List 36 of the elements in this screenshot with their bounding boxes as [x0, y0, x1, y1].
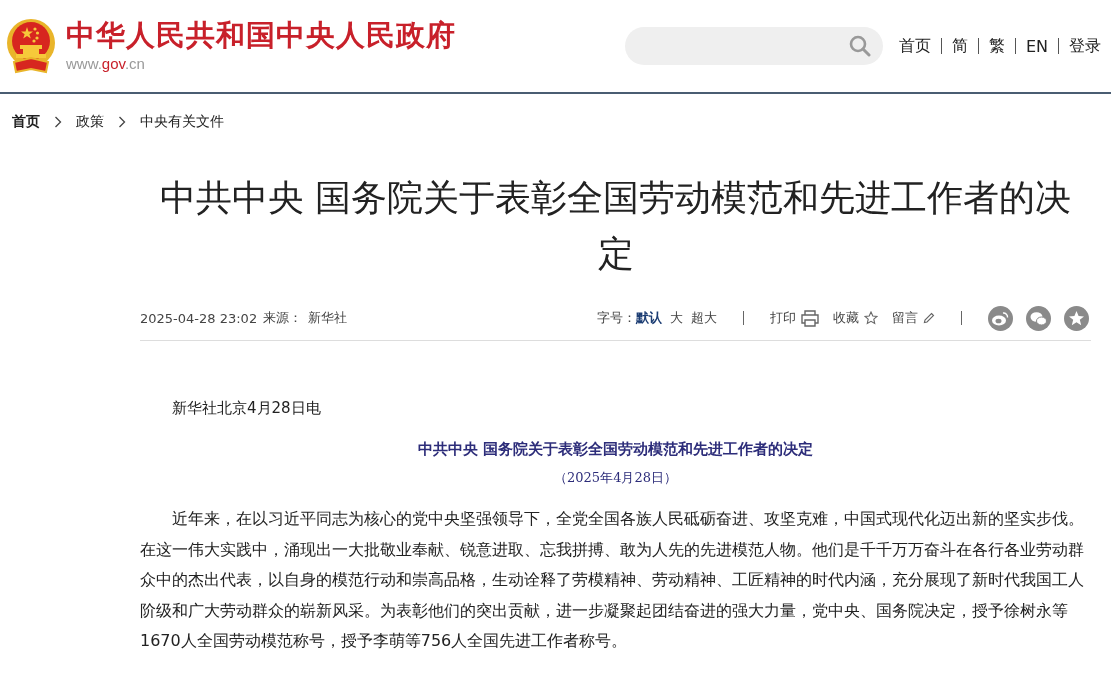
publish-datetime: 2025-04-28 23:02: [140, 310, 258, 326]
document-date: （2025年4月28日）: [553, 469, 678, 487]
font-size-label: 字号：: [597, 309, 636, 327]
chevron-icon: [118, 116, 126, 128]
font-size-option[interactable]: 超大: [691, 309, 717, 327]
body-paragraph: 近年来，在以习近平同志为核心的党中央坚强领导下，全党全国各族人民砥砺奋进、攻坚克难，中国式现代化迈出新的坚实步伐。在这一伟大实践中，涌现出一大批敬业奉献、锐意进取、忘我拼搏、敢为人先的先进模范人物。他们是千千万万奋斗在各行各业劳动群众中的杰出代表，以自身的模范行动和崇高品格，生动诠释了劳模精神、劳动精神、工匠精神的时代内涵，充分展现了新时代我国工人阶级和广大劳动群众的崭新风采。为表彰他们的突出贡献，进一步凝聚起团结奋进的强大力量，党中央、国务院决定，授予徐树永等1670人全国劳动模范称号，授予李萌等756人全国先进工作者称号。: [140, 508, 1085, 652]
pencil-icon: [923, 311, 935, 325]
nav-link[interactable]: 首页: [898, 35, 931, 57]
breadcrumb-link[interactable]: 中央有关文件: [140, 113, 224, 131]
national-emblem-logo: [6, 18, 56, 74]
wechat-share-icon[interactable]: [1026, 305, 1051, 331]
printer-icon: [801, 309, 819, 327]
nav-link[interactable]: 简: [951, 35, 968, 57]
chevron-icon: [54, 116, 62, 128]
site-title[interactable]: 中华人民共和国中央人民政府: [66, 19, 456, 52]
comment-link[interactable]: 留言: [892, 309, 935, 327]
favorite-link[interactable]: 收藏: [833, 309, 878, 327]
search-icon[interactable]: [848, 35, 871, 57]
print-link[interactable]: 打印: [770, 309, 819, 327]
nav-link[interactable]: 登录: [1069, 35, 1101, 57]
nav-link[interactable]: EN: [1025, 36, 1048, 56]
font-size-option[interactable]: 默认: [636, 309, 662, 327]
breadcrumb-link[interactable]: 首页: [12, 113, 40, 131]
site-url: www.gov.cn: [66, 55, 146, 73]
font-size-option[interactable]: 大: [670, 309, 683, 327]
star-share-icon[interactable]: [1064, 305, 1089, 331]
source-label: 来源：: [263, 309, 303, 327]
search-field[interactable]: [624, 27, 883, 65]
star-icon: [864, 311, 878, 325]
article-title: 中共中央 国务院关于表彰全国劳动模范和先进工作者的决定: [158, 176, 1073, 276]
nav-link[interactable]: 繁: [988, 35, 1005, 57]
weibo-share-icon[interactable]: [988, 305, 1013, 331]
breadcrumb-link[interactable]: 政策: [76, 113, 104, 131]
source-name: 新华社: [308, 309, 348, 327]
dateline: 新华社北京4月28日电: [172, 399, 322, 418]
document-title: 中共中央 国务院关于表彰全国劳动模范和先进工作者的决定: [416, 440, 815, 459]
